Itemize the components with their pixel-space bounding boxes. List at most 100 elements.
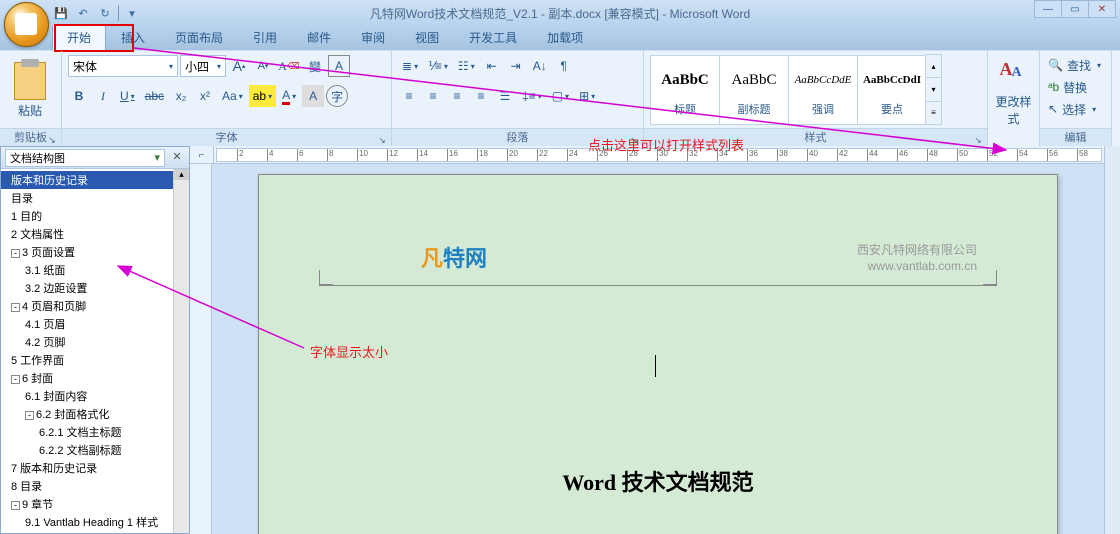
nav-item[interactable]: 4.1 页眉 xyxy=(1,315,189,333)
close-button[interactable]: ✕ xyxy=(1088,0,1116,18)
minimize-button[interactable]: — xyxy=(1034,0,1062,18)
style-item-emphasis[interactable]: AaBbCcDdE强调 xyxy=(788,55,858,125)
nav-item[interactable]: 3.1 纸面 xyxy=(1,261,189,279)
nav-item[interactable]: 4.2 页脚 xyxy=(1,333,189,351)
line-spacing-button[interactable]: ‡≡▾ xyxy=(518,85,546,107)
nav-item[interactable]: 1 目的 xyxy=(1,207,189,225)
nav-item[interactable]: 9.2 Vantlab Heading 2 样式 xyxy=(1,531,189,533)
sort-button[interactable]: A↓ xyxy=(529,55,551,77)
align-right-button[interactable]: ≡ xyxy=(446,85,468,107)
nav-close-button[interactable]: ✕ xyxy=(169,150,185,166)
shading-button[interactable]: ▢▾ xyxy=(548,85,573,107)
change-styles-button[interactable]: 更改样式 xyxy=(994,55,1033,127)
maximize-button[interactable]: ▭ xyxy=(1061,0,1089,18)
nav-item[interactable]: 6.2.2 文档副标题 xyxy=(1,441,189,459)
find-button[interactable]: 🔍查找▾ xyxy=(1046,55,1103,75)
indent-inc-button[interactable]: ⇥ xyxy=(505,55,527,77)
save-icon[interactable]: 💾 xyxy=(52,4,70,22)
indent-dec-button[interactable]: ⇤ xyxy=(481,55,503,77)
align-center-button[interactable]: ≡ xyxy=(422,85,444,107)
grow-font-button[interactable]: A▴ xyxy=(228,55,250,77)
numbering-button[interactable]: ⅟≡▾ xyxy=(424,55,452,77)
align-dist-button[interactable]: ☰ xyxy=(494,85,516,107)
tab-insert[interactable]: 插入 xyxy=(106,24,160,50)
styles-expand-button[interactable]: ≡ xyxy=(925,101,942,125)
qat-dropdown-icon[interactable]: ▾ xyxy=(123,4,141,22)
nav-item[interactable]: 9.1 Vantlab Heading 1 样式 xyxy=(1,513,189,531)
style-item-subtitle[interactable]: AaBbC副标题 xyxy=(719,55,789,125)
horizontal-ruler[interactable]: ⌐ 24681012141618202224262830323436384042… xyxy=(190,146,1104,164)
shrink-font-button[interactable]: A▾ xyxy=(252,55,274,77)
tab-references[interactable]: 引用 xyxy=(238,24,292,50)
nav-view-dropdown[interactable]: 文档结构图▾ xyxy=(5,149,165,167)
styles-scroll-down[interactable]: ▾ xyxy=(925,77,942,101)
tab-mail[interactable]: 邮件 xyxy=(292,24,346,50)
align-left-button[interactable]: ≡ xyxy=(398,85,420,107)
char-shading-button[interactable]: A xyxy=(302,85,324,107)
styles-scroll-up[interactable]: ▴ xyxy=(925,54,942,78)
font-launcher-icon[interactable]: ↘ xyxy=(375,131,389,145)
char-border-button[interactable]: A xyxy=(328,55,350,77)
nav-scrollbar[interactable] xyxy=(173,169,189,533)
replace-button[interactable]: ᵃb替换 xyxy=(1046,77,1089,97)
underline-button[interactable]: U▾ xyxy=(116,85,139,107)
group-styles: AaBbC标题 AaBbC副标题 AaBbCcDdE强调 AaBbCcDdI要点… xyxy=(644,51,988,146)
nav-item[interactable]: 目录 xyxy=(1,189,189,207)
nav-item[interactable]: -4 页眉和页脚 xyxy=(1,297,189,315)
tab-view[interactable]: 视图 xyxy=(400,24,454,50)
style-item-strong[interactable]: AaBbCcDdI要点 xyxy=(857,55,927,125)
bold-button[interactable]: B xyxy=(68,85,90,107)
window-title: 凡特网Word技术文档规范_V2.1 - 副本.docx [兼容模式] - Mi… xyxy=(370,5,750,22)
document-viewport[interactable]: 凡特网 西安凡特网络有限公司www.vantlab.com.cn Word 技术… xyxy=(190,164,1104,534)
nav-item[interactable]: 7 版本和历史记录 xyxy=(1,459,189,477)
tab-devtools[interactable]: 开发工具 xyxy=(454,24,532,50)
nav-item[interactable]: 版本和历史记录 xyxy=(1,171,189,189)
styles-launcher-icon[interactable]: ↘ xyxy=(971,131,985,145)
clipboard-launcher-icon[interactable]: ↘ xyxy=(45,131,59,145)
nav-item[interactable]: 3.2 边距设置 xyxy=(1,279,189,297)
nav-item[interactable]: 5 工作界面 xyxy=(1,351,189,369)
font-color-button[interactable]: A▾ xyxy=(278,85,300,107)
multilevel-button[interactable]: ☷▾ xyxy=(454,55,479,77)
nav-item[interactable]: 6.1 封面内容 xyxy=(1,387,189,405)
select-button[interactable]: ↖选择▾ xyxy=(1046,99,1098,119)
change-case-button[interactable]: Aa▾ xyxy=(218,85,247,107)
undo-icon[interactable]: ↶ xyxy=(74,4,92,22)
paste-button[interactable]: 粘贴 xyxy=(6,55,54,125)
phonetic-button[interactable]: 變 xyxy=(304,55,326,77)
ruler-scale[interactable]: 2468101214161820222426283032343638404244… xyxy=(216,148,1102,162)
tab-review[interactable]: 审阅 xyxy=(346,24,400,50)
redo-icon[interactable]: ↻ xyxy=(96,4,114,22)
nav-item[interactable]: 6.2.1 文档主标题 xyxy=(1,423,189,441)
nav-tree[interactable]: 版本和历史记录目录1 目的2 文档属性-3 页面设置3.1 纸面3.2 边距设置… xyxy=(1,169,189,533)
style-item-title[interactable]: AaBbC标题 xyxy=(650,55,720,125)
nav-item[interactable]: 2 文档属性 xyxy=(1,225,189,243)
font-name-dropdown[interactable]: 宋体▾ xyxy=(68,55,178,77)
ruler-tick: 58 xyxy=(1077,149,1088,161)
superscript-button[interactable]: x² xyxy=(194,85,216,107)
align-justify-button[interactable]: ≡ xyxy=(470,85,492,107)
nav-item[interactable]: -3 页面设置 xyxy=(1,243,189,261)
tab-pagelayout[interactable]: 页面布局 xyxy=(160,24,238,50)
nav-item[interactable]: -6.2 封面格式化 xyxy=(1,405,189,423)
tab-addins[interactable]: 加载项 xyxy=(532,24,598,50)
font-size-dropdown[interactable]: 小四▾ xyxy=(180,55,226,77)
tab-home[interactable]: 开始 xyxy=(52,24,106,50)
vertical-scrollbar[interactable] xyxy=(1104,146,1120,534)
bullets-button[interactable]: ≣▾ xyxy=(398,55,422,77)
italic-button[interactable]: I xyxy=(92,85,114,107)
subscript-button[interactable]: x₂ xyxy=(170,85,192,107)
highlight-button[interactable]: ab▾ xyxy=(249,85,276,107)
find-icon: 🔍 xyxy=(1048,58,1063,72)
show-marks-button[interactable]: ¶ xyxy=(553,55,575,77)
nav-item[interactable]: -6 封面 xyxy=(1,369,189,387)
page[interactable]: 凡特网 西安凡特网络有限公司www.vantlab.com.cn Word 技术… xyxy=(258,174,1058,534)
para-launcher-icon[interactable]: ↘ xyxy=(627,131,641,145)
clear-format-button[interactable]: A⌫ xyxy=(276,55,302,77)
office-button[interactable] xyxy=(4,2,49,47)
borders-button[interactable]: ⊞▾ xyxy=(575,85,599,107)
nav-item[interactable]: -9 章节 xyxy=(1,495,189,513)
enclose-char-button[interactable]: 字 xyxy=(326,85,348,107)
strike-button[interactable]: abc xyxy=(141,85,168,107)
nav-item[interactable]: 8 目录 xyxy=(1,477,189,495)
